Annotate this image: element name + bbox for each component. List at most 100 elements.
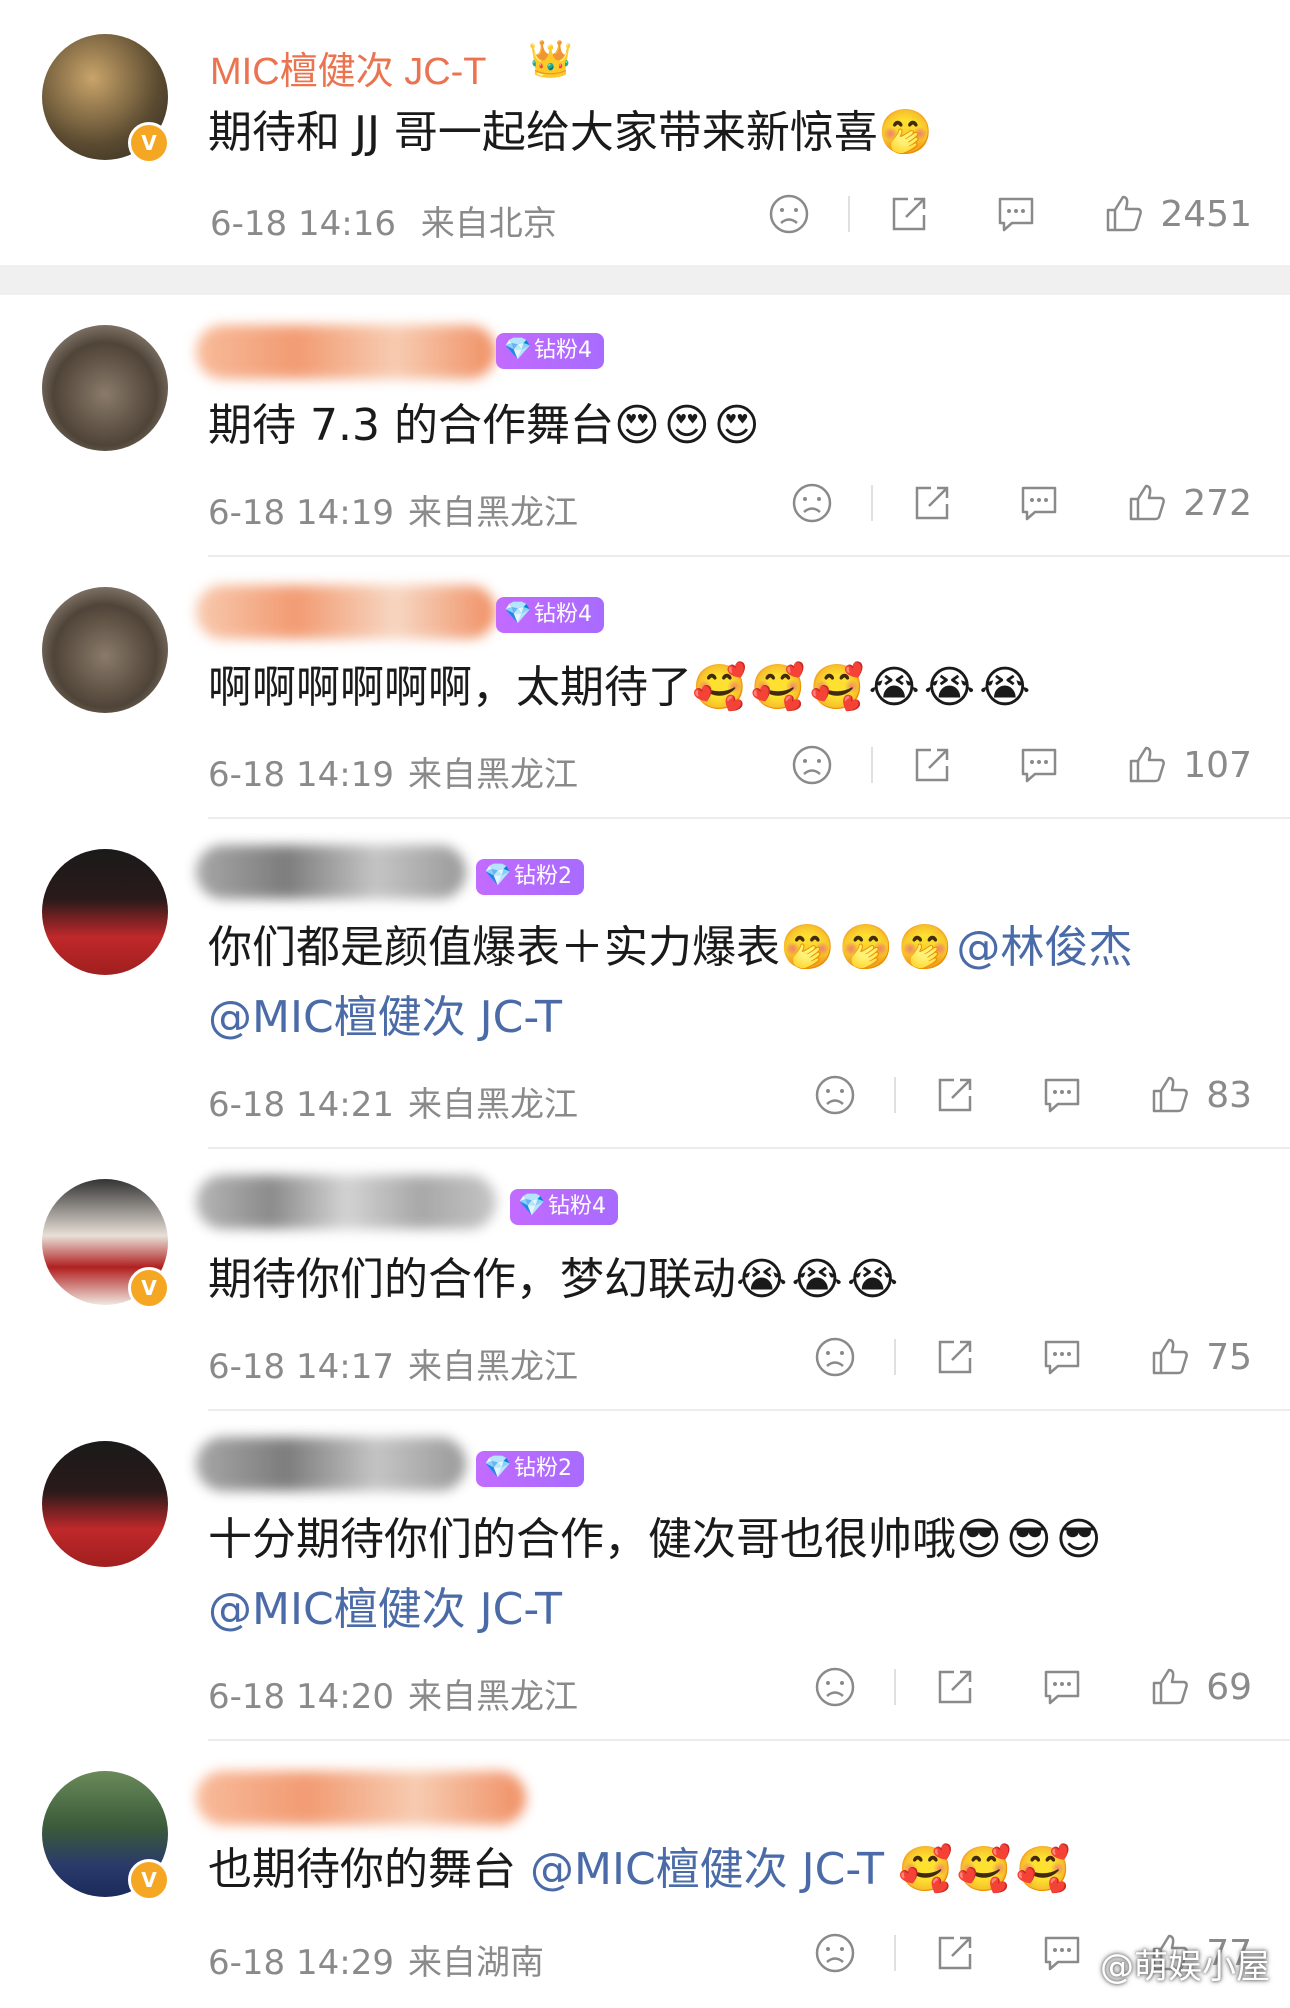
like-button[interactable]: 272 — [1125, 481, 1252, 525]
location: 来自黑龙江 — [407, 1085, 578, 1125]
mention-link[interactable]: @林俊杰 — [956, 922, 1132, 973]
action-bar: 83 — [814, 1067, 1252, 1123]
comment-text: 期待你们的合作，梦幻联动😭😭😭 — [208, 1245, 1258, 1315]
avatar[interactable] — [42, 325, 168, 451]
share-icon[interactable] — [934, 1666, 976, 1708]
thumbs-up-icon — [1152, 1076, 1189, 1113]
badge-label: 钻粉4 — [548, 1194, 606, 1219]
username[interactable]: MIC檀健次 JC-T — [210, 40, 487, 95]
like-button[interactable]: 83 — [1148, 1073, 1252, 1117]
fan-badge: 💎 钻粉4 — [510, 1189, 618, 1225]
separator — [848, 196, 851, 232]
thumbs-up-icon — [1107, 195, 1143, 232]
diamond-icon: 💎 — [484, 863, 512, 888]
timestamp: 6-18 14:29 — [208, 1943, 394, 1983]
diamond-icon: 💎 — [484, 1455, 512, 1480]
comment-body: 期待和 JJ 哥一起给大家带来新惊喜 — [208, 107, 878, 158]
timestamp: 6-18 14:19 — [208, 493, 394, 533]
separator — [871, 485, 874, 521]
reply-icon[interactable] — [1040, 1074, 1084, 1116]
watermark: @萌娱小屋 — [1100, 1947, 1270, 1987]
share-icon[interactable] — [888, 193, 930, 235]
blurred-username — [196, 1771, 526, 1825]
action-bar: 69 — [814, 1659, 1252, 1715]
reply-icon[interactable] — [1040, 1336, 1084, 1378]
like-count: 83 — [1206, 1074, 1252, 1116]
emoji: 😭😭😭 — [736, 1254, 903, 1305]
emoji: 😍😍😍 — [613, 400, 764, 451]
comment-text: 十分期待你们的合作，健次哥也很帅哦😎😎😎 @MIC檀健次 JC-T — [208, 1505, 1258, 1645]
comment-text: 你们都是颜值爆表＋实力爆表🤭🤭🤭@林俊杰 @MIC檀健次 JC-T — [208, 913, 1258, 1053]
timestamp: 6-18 14:21 — [208, 1085, 394, 1125]
action-bar: 2451 — [768, 186, 1252, 242]
mention-link[interactable]: @MIC檀健次 JC-T — [208, 992, 562, 1043]
like-count: 75 — [1206, 1336, 1252, 1378]
diamond-icon: 💎 — [504, 337, 532, 362]
emoji: 🤭 — [877, 107, 937, 158]
reply-icon[interactable] — [1017, 482, 1061, 524]
dislike-icon[interactable] — [814, 1666, 856, 1708]
separator — [871, 747, 874, 783]
crown-icon: 👑 — [528, 39, 573, 80]
timestamp: 6-18 14:17 — [208, 1347, 394, 1387]
thumbs-up-icon — [1130, 484, 1166, 521]
diamond-icon: 💎 — [504, 601, 532, 626]
separator — [894, 1339, 897, 1375]
thumbs-up-icon — [1152, 1338, 1189, 1375]
dislike-icon[interactable] — [768, 193, 810, 235]
comment-meta: 6-18 14:21 来自黑龙江 — [208, 1077, 578, 1126]
dislike-icon[interactable] — [814, 1336, 856, 1378]
share-icon[interactable] — [911, 744, 953, 786]
like-button[interactable]: 107 — [1125, 743, 1252, 787]
reply-comment: 💎 钻粉4 期待 7.3 的合作舞台😍😍😍 6-18 14:19 来自黑龙江 272 — [0, 295, 1290, 557]
reply-icon[interactable] — [1040, 1932, 1084, 1974]
comment-text: 期待和 JJ 哥一起给大家带来新惊喜🤭 — [208, 98, 1258, 168]
like-count: 272 — [1183, 482, 1252, 524]
dislike-icon[interactable] — [791, 482, 833, 524]
section-gap — [0, 265, 1290, 295]
fan-badge: 💎 钻粉2 — [476, 1451, 584, 1487]
like-button[interactable]: 75 — [1148, 1335, 1252, 1379]
comment-meta: 6-18 14:20 来自黑龙江 — [208, 1669, 578, 1718]
emoji: 🤭🤭🤭 — [780, 922, 957, 973]
reply-comment: 💎 钻粉4 啊啊啊啊啊啊，太期待了🥰🥰🥰😭😭😭 6-18 14:19 来自黑龙江 1… — [0, 557, 1290, 819]
dislike-icon[interactable] — [814, 1074, 856, 1116]
emoji: 😎😎😎 — [956, 1514, 1106, 1565]
dislike-icon[interactable] — [814, 1932, 856, 1974]
action-bar: 272 — [791, 475, 1252, 531]
emoji: 🥰🥰🥰😭😭😭 — [692, 662, 1035, 713]
reply-comment: V 也期待你的舞台 @MIC檀健次 JC-T 🥰🥰🥰 6-18 14:29 来自湖… — [0, 1741, 1290, 2008]
reply-icon[interactable] — [994, 193, 1038, 235]
thumbs-up-icon — [1130, 746, 1166, 783]
top-comment: V MIC檀健次 JC-T 👑 期待和 JJ 哥一起给大家带来新惊喜🤭 6-18… — [0, 0, 1290, 265]
action-bar: 107 — [791, 737, 1252, 793]
like-button[interactable]: 69 — [1148, 1665, 1252, 1709]
blurred-username — [196, 585, 496, 639]
avatar[interactable] — [42, 1441, 168, 1567]
comment-body: 啊啊啊啊啊啊，太期待了 — [208, 662, 692, 713]
verified-badge-icon: V — [128, 1267, 170, 1309]
location: 来自北京 — [420, 204, 557, 244]
reply-icon[interactable] — [1040, 1666, 1084, 1708]
like-count: 107 — [1183, 744, 1252, 786]
reply-comment: 💎 钻粉2 十分期待你们的合作，健次哥也很帅哦😎😎😎 @MIC檀健次 JC-T 6-… — [0, 1411, 1290, 1741]
avatar[interactable] — [42, 849, 168, 975]
reply-comment: 💎 钻粉2 你们都是颜值爆表＋实力爆表🤭🤭🤭@林俊杰 @MIC檀健次 JC-T 6-… — [0, 819, 1290, 1149]
share-icon[interactable] — [934, 1336, 976, 1378]
separator — [894, 1669, 897, 1705]
fan-badge: 💎 钻粉2 — [476, 859, 584, 895]
dislike-icon[interactable] — [791, 744, 833, 786]
thumbs-up-icon — [1152, 1668, 1189, 1705]
mention-link[interactable]: @MIC檀健次 JC-T — [208, 1584, 562, 1635]
comment-text: 也期待你的舞台 @MIC檀健次 JC-T 🥰🥰🥰 — [208, 1835, 1258, 1905]
avatar[interactable] — [42, 587, 168, 713]
share-icon[interactable] — [934, 1074, 976, 1116]
share-icon[interactable] — [934, 1932, 976, 1974]
mention-link[interactable]: @MIC檀健次 JC-T — [530, 1844, 884, 1895]
comment-body: 期待你们的合作，梦幻联动 — [208, 1254, 736, 1305]
location: 来自湖南 — [407, 1943, 544, 1983]
reply-icon[interactable] — [1017, 744, 1061, 786]
like-button[interactable]: 2451 — [1102, 192, 1252, 236]
verified-badge-icon: V — [128, 122, 170, 164]
share-icon[interactable] — [911, 482, 953, 524]
